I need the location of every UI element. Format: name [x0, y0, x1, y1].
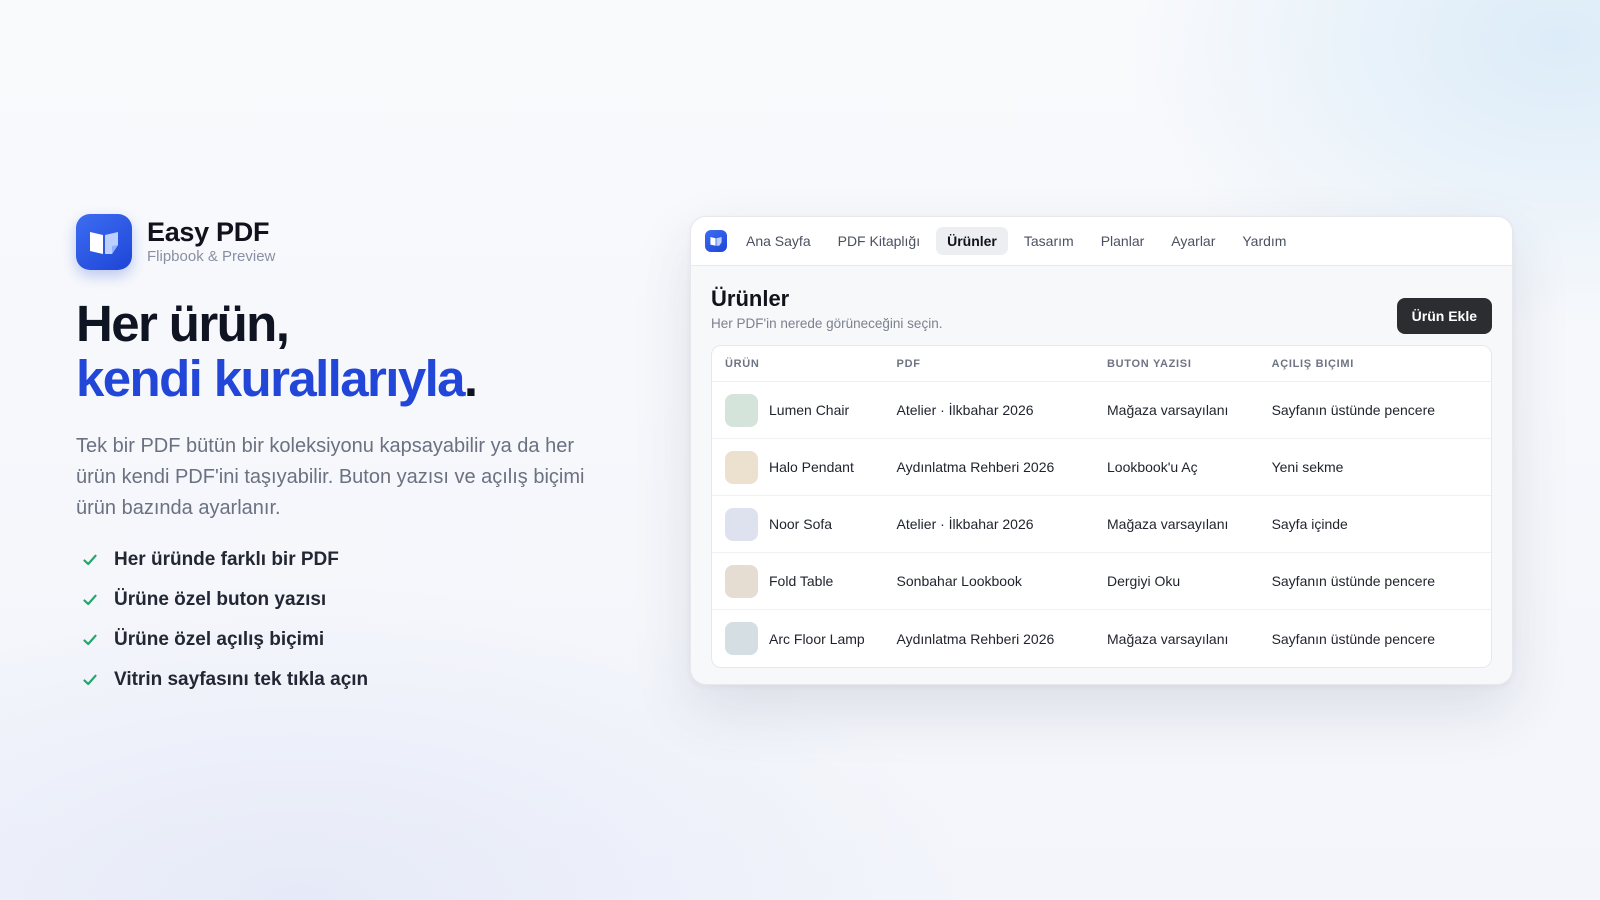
feature-item: Her üründe farklı bir PDF — [76, 540, 616, 580]
headline-line-2-text: kendi kurallarıyla — [76, 350, 466, 407]
page-subtitle: Her PDF'in nerede görüneceğini seçin. — [711, 316, 943, 331]
tab-planlar[interactable]: Planlar — [1090, 227, 1156, 255]
headline-period: . — [463, 350, 478, 407]
product-name: Lumen Chair — [769, 402, 850, 418]
pdf-cell: Sonbahar Lookbook — [896, 573, 1022, 589]
brand-subtitle: Flipbook & Preview — [147, 248, 276, 265]
table-row[interactable]: Fold Table Sonbahar Lookbook Dergiyi Oku… — [712, 553, 1491, 610]
product-cell: Fold Table — [712, 564, 897, 598]
hero-description: Tek bir PDF bütün bir koleksiyonu kapsay… — [76, 435, 585, 519]
column-header-open-mode[interactable]: AÇILIŞ BIÇIMI — [1272, 358, 1491, 370]
product-name: Arc Floor Lamp — [769, 630, 865, 647]
easy-pdf-logo-icon — [76, 214, 132, 270]
button-text-cell: Mağaza varsayılanı — [1107, 630, 1229, 647]
check-icon — [80, 590, 100, 610]
app-window: Ana Sayfa PDF Kitaplığı Ürünler Tasarım … — [690, 216, 1513, 685]
feature-text: Vitrin sayfasını tek tıkla açın — [114, 669, 369, 690]
products-page: Ürünler Her PDF'in nerede görüneceğini s… — [691, 266, 1512, 668]
feature-text: Ürüne özel buton yazısı — [114, 589, 327, 610]
product-thumbnail — [725, 450, 758, 484]
column-header-pdf[interactable]: PDF — [897, 358, 1107, 370]
headline-line-2: kendi kurallarıyla. — [76, 351, 616, 406]
table-row[interactable]: Halo Pendant Aydınlatma Rehberi 2026 Loo… — [712, 439, 1491, 496]
tab-pdf-kitapligi[interactable]: PDF Kitaplığı — [827, 227, 931, 255]
column-header-button-text[interactable]: BUTON YAZISI — [1107, 358, 1272, 370]
top-nav: Ana Sayfa PDF Kitaplığı Ürünler Tasarım … — [691, 217, 1512, 266]
tab-yardim[interactable]: Yardım — [1231, 227, 1297, 255]
feature-item: Ürüne özel açılış biçimi — [76, 620, 616, 660]
feature-item: Ürüne özel buton yazısı — [76, 580, 616, 620]
brand: Easy PDF Flipbook & Preview — [76, 214, 616, 270]
button-text-cell: Dergiyi Oku — [1107, 573, 1181, 589]
pdf-cell: Atelier · İlkbahar 2026 — [896, 402, 1034, 418]
table-row[interactable]: Arc Floor Lamp Aydınlatma Rehberi 2026 M… — [712, 610, 1491, 667]
column-header-product[interactable]: ÜRÜN — [712, 358, 897, 370]
pdf-cell: Atelier · İlkbahar 2026 — [896, 516, 1034, 532]
product-cell: Arc Floor Lamp — [712, 622, 897, 655]
check-icon — [80, 670, 100, 690]
button-text-cell: Mağaza varsayılanı — [1107, 402, 1229, 418]
nav-logo-icon[interactable] — [705, 230, 727, 252]
open-mode-cell: Yeni sekme — [1271, 459, 1344, 475]
tab-ayarlar[interactable]: Ayarlar — [1160, 227, 1226, 255]
product-cell: Halo Pendant — [712, 450, 897, 484]
headline-line-1: Her ürün, — [76, 295, 290, 352]
open-mode-cell: Sayfanın üstünde pencere — [1271, 573, 1436, 589]
open-mode-cell: Sayfanın üstünde pencere — [1271, 630, 1436, 647]
product-name: Halo Pendant — [769, 459, 854, 475]
hero-section: Easy PDF Flipbook & Preview Her ürün, ke… — [76, 214, 616, 700]
table-row[interactable]: Lumen Chair Atelier · İlkbahar 2026 Mağa… — [712, 382, 1491, 439]
product-thumbnail — [725, 507, 758, 541]
open-mode-cell: Sayfa içinde — [1271, 516, 1348, 532]
pdf-cell: Aydınlatma Rehberi 2026 — [896, 630, 1055, 647]
product-thumbnail — [725, 564, 758, 598]
tab-ana-sayfa[interactable]: Ana Sayfa — [735, 227, 822, 255]
feature-list: Her üründe farklı bir PDF Ürüne özel but… — [76, 540, 616, 700]
table-header: ÜRÜN PDF BUTON YAZISI AÇILIŞ BIÇIMI — [712, 346, 1491, 382]
tab-tasarim[interactable]: Tasarım — [1013, 227, 1085, 255]
hero-headline: Her ürün, kendi kurallarıyla. — [76, 296, 616, 406]
feature-text: Ürüne özel açılış biçimi — [114, 629, 325, 650]
product-thumbnail — [725, 622, 758, 655]
product-cell: Lumen Chair — [712, 393, 897, 427]
brand-text: Easy PDF Flipbook & Preview — [147, 217, 275, 267]
feature-item: Vitrin sayfasını tek tıkla açın — [76, 660, 616, 700]
pdf-cell: Aydınlatma Rehberi 2026 — [896, 459, 1055, 475]
button-text-cell: Lookbook'u Aç — [1107, 459, 1198, 475]
check-icon — [80, 550, 100, 570]
products-table: ÜRÜN PDF BUTON YAZISI AÇILIŞ BIÇIMI Lume… — [711, 345, 1492, 668]
button-text-cell: Mağaza varsayılanı — [1107, 516, 1229, 532]
feature-text: Her üründe farklı bir PDF — [114, 549, 339, 570]
table-row[interactable]: Noor Sofa Atelier · İlkbahar 2026 Mağaza… — [712, 496, 1491, 553]
product-name: Fold Table — [769, 573, 834, 589]
add-product-button[interactable]: Ürün Ekle — [1396, 298, 1492, 334]
page-title: Ürünler — [711, 286, 790, 311]
check-icon — [80, 630, 100, 650]
product-thumbnail — [725, 393, 758, 427]
brand-name: Easy PDF — [147, 217, 270, 247]
open-mode-cell: Sayfanın üstünde pencere — [1271, 402, 1436, 418]
product-cell: Noor Sofa — [712, 507, 897, 541]
tab-urunler[interactable]: Ürünler — [936, 227, 1008, 255]
product-name: Noor Sofa — [769, 516, 833, 532]
